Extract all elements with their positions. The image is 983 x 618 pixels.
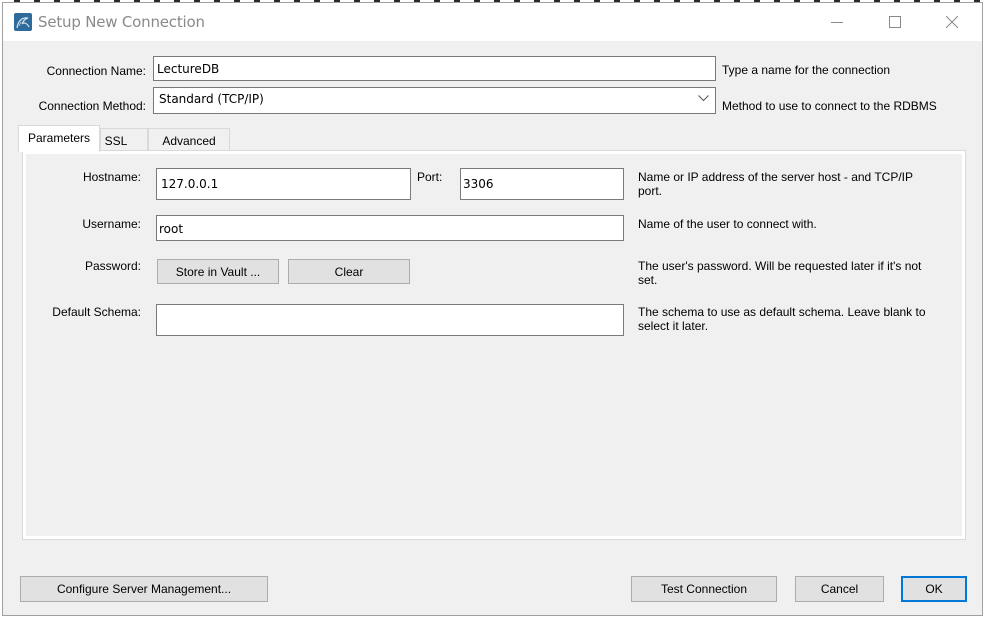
mysql-workbench-dolphin-icon <box>14 13 32 31</box>
close-icon <box>946 16 958 28</box>
connection-name-input[interactable]: LectureDB <box>153 56 716 81</box>
username-hint: Name of the user to connect with. <box>638 217 817 231</box>
hostname-value: 127.0.0.1 <box>161 177 219 191</box>
minimize-button[interactable] <box>814 3 860 41</box>
tab-advanced-label: Advanced <box>162 134 216 148</box>
test-connection-button[interactable]: Test Connection <box>631 576 777 602</box>
hostname-input[interactable]: 127.0.0.1 <box>156 168 411 200</box>
port-value: 3306 <box>463 177 494 191</box>
password-hint: The user's password. Will be requested l… <box>638 259 922 287</box>
username-input[interactable]: root <box>156 215 624 241</box>
tab-advanced[interactable]: Advanced <box>148 128 230 151</box>
parameters-panel-body <box>26 154 962 536</box>
default-schema-input[interactable] <box>156 304 624 336</box>
configure-server-management-button[interactable]: Configure Server Management... <box>20 576 268 602</box>
ok-button[interactable]: OK <box>901 576 967 602</box>
connection-name-label: Connection Name: <box>46 64 146 78</box>
connection-name-value: LectureDB <box>157 62 220 76</box>
connection-method-label: Connection Method: <box>38 99 146 113</box>
chevron-down-icon <box>698 95 709 102</box>
clear-password-button[interactable]: Clear <box>288 259 410 284</box>
hostname-hint: Name or IP address of the server host - … <box>638 170 913 198</box>
window-title: Setup New Connection <box>38 13 205 31</box>
connection-name-hint: Type a name for the connection <box>722 63 891 77</box>
port-label: Port: <box>417 170 443 184</box>
connection-method-select[interactable]: Standard (TCP/IP) <box>153 87 716 114</box>
default-schema-label: Default Schema: <box>52 305 141 319</box>
maximize-button[interactable] <box>872 3 918 41</box>
minimize-icon <box>831 22 843 23</box>
maximize-icon <box>889 16 901 28</box>
parameters-panel <box>22 150 966 540</box>
connection-method-hint: Method to use to connect to the RDBMS <box>722 99 937 113</box>
store-in-vault-button[interactable]: Store in Vault ... <box>157 259 279 284</box>
close-button[interactable] <box>929 3 975 41</box>
password-label: Password: <box>84 259 141 273</box>
username-label: Username: <box>82 217 141 231</box>
tab-parameters-label: Parameters <box>27 131 91 145</box>
tab-parameters[interactable]: Parameters <box>18 125 100 152</box>
tab-ssl[interactable]: SSL <box>100 128 148 151</box>
port-input[interactable]: 3306 <box>460 168 624 200</box>
connection-method-value: Standard (TCP/IP) <box>159 92 264 106</box>
username-value: root <box>159 222 184 236</box>
title-bar[interactable]: Setup New Connection <box>3 3 982 41</box>
hostname-label: Hostname: <box>82 170 141 184</box>
cancel-button[interactable]: Cancel <box>795 576 884 602</box>
setup-connection-dialog: Setup New Connection Connection Name: Le… <box>2 2 983 616</box>
default-schema-hint: The schema to use as default schema. Lea… <box>638 305 926 333</box>
